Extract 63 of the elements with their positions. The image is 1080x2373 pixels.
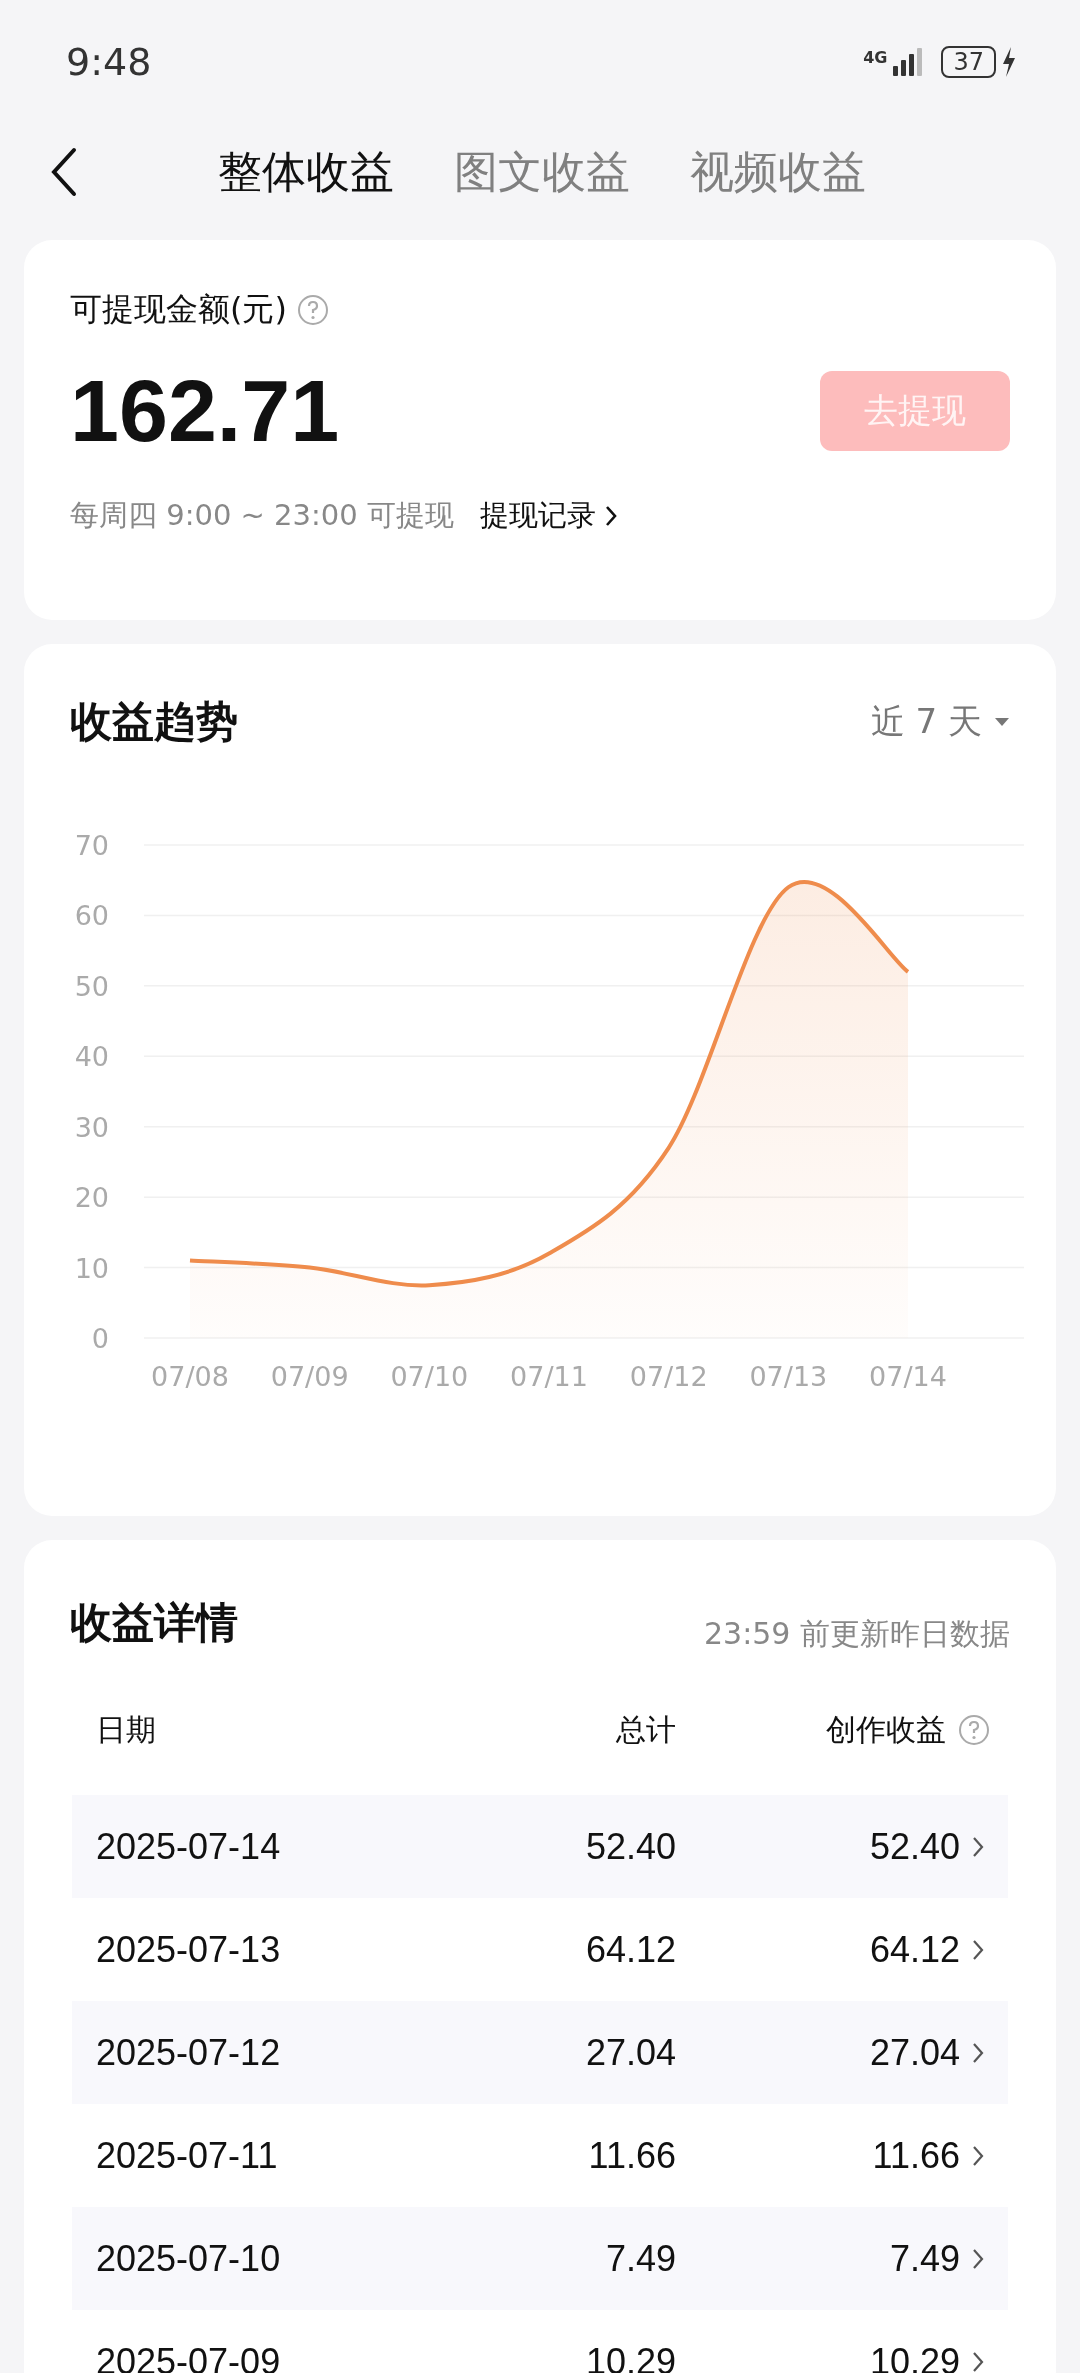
chevron-icon[interactable] — [972, 2144, 984, 2167]
chevron-icon[interactable] — [972, 2350, 984, 2373]
axis-tick-label: 60 — [74, 900, 109, 932]
signal-icon — [893, 48, 924, 76]
battery-level: 37 — [941, 46, 996, 78]
axis-tick-label: 20 — [74, 1182, 109, 1214]
table-row[interactable]: 2025-07-10 7.49 7.49 — [72, 2207, 1008, 2310]
network-type: 4G — [863, 48, 888, 67]
chevron-icon[interactable] — [972, 1938, 984, 1961]
axis-tick-label: 07/11 — [510, 1361, 588, 1392]
table-row[interactable]: 2025-07-14 52.40 52.40 — [72, 1795, 1008, 1898]
back-icon[interactable] — [50, 147, 78, 197]
update-note: 23:59 前更新昨日数据 — [704, 1615, 1010, 1653]
chevron-icon[interactable] — [603, 504, 618, 528]
balance-label: 可提现金额(元) — [70, 289, 287, 330]
table-cell-text: 52.40 — [584, 1825, 676, 1868]
axis-tick-label: 07/08 — [151, 1361, 229, 1392]
axis-tick-label: 50 — [74, 970, 109, 1002]
table-cell-text: 2025-07-12 — [96, 2031, 282, 2074]
section-title: 收益详情 — [70, 1596, 238, 1649]
table-cell-text: 2025-07-10 — [96, 2237, 282, 2280]
dropdown-icon[interactable] — [994, 717, 1010, 727]
table-row[interactable]: 2025-07-11 11.66 11.66 — [72, 2104, 1008, 2207]
tab[interactable]: 图文收益 — [454, 142, 630, 202]
range-selector[interactable]: 近 7 天 — [870, 699, 982, 745]
axis-tick-label: 10 — [74, 1252, 109, 1284]
axis-tick-label: 07/12 — [629, 1361, 708, 1392]
axis-tick-label: 0 — [91, 1323, 109, 1354]
chevron-icon[interactable] — [972, 1835, 984, 1858]
axis-tick-label: 30 — [74, 1111, 109, 1143]
axis-tick-label: 07/14 — [869, 1361, 947, 1392]
chevron-icon[interactable] — [972, 2041, 984, 2064]
table-cell-text: 11.66 — [587, 2134, 676, 2177]
table-cell-text: 2025-07-14 — [96, 1825, 282, 1868]
section-title: 收益趋势 — [70, 696, 238, 748]
tab[interactable]: 整体收益 — [218, 142, 394, 202]
withdraw-record-link[interactable]: 提现记录 — [479, 496, 596, 536]
column-header: 创作收益 — [826, 1710, 946, 1749]
table-cell: 52.40 — [869, 1825, 960, 1868]
table-cell: 7.49 — [889, 2237, 960, 2280]
axis-tick-label: 70 — [74, 830, 109, 861]
balance-amount: 162.71 — [70, 360, 340, 462]
withdraw-schedule: 每周四 9:00 ~ 23:00 可提现 — [70, 497, 454, 534]
table-row[interactable]: 2025-07-12 27.04 27.04 — [72, 2001, 1008, 2104]
axis-tick-label: 07/10 — [390, 1361, 469, 1392]
axis-tick-label: 07/13 — [749, 1361, 828, 1392]
table-row[interactable]: 2025-07-13 64.12 64.12 — [72, 1898, 1008, 2001]
table-cell-text: 27.04 — [584, 2031, 676, 2074]
chevron-icon[interactable] — [972, 2247, 984, 2270]
column-header: 总计 — [615, 1710, 676, 1749]
table-cell-text: 64.12 — [584, 1928, 676, 1971]
table-cell-text: 7.49 — [604, 2237, 676, 2280]
axis-tick-label: 40 — [74, 1041, 109, 1073]
table-cell-text: 2025-07-13 — [96, 1928, 282, 1971]
table-cell: 11.66 — [872, 2134, 960, 2177]
charging-icon — [1002, 47, 1016, 77]
tab[interactable]: 视频收益 — [690, 142, 866, 202]
table-cell: 64.12 — [869, 1928, 960, 1971]
status-time: 9:48 — [66, 40, 152, 84]
column-header: 日期 — [96, 1710, 157, 1749]
table-cell: 27.04 — [869, 2031, 960, 2074]
axis-tick-label: 07/09 — [270, 1361, 349, 1392]
table-cell-text: 2025-07-11 — [96, 2134, 279, 2177]
